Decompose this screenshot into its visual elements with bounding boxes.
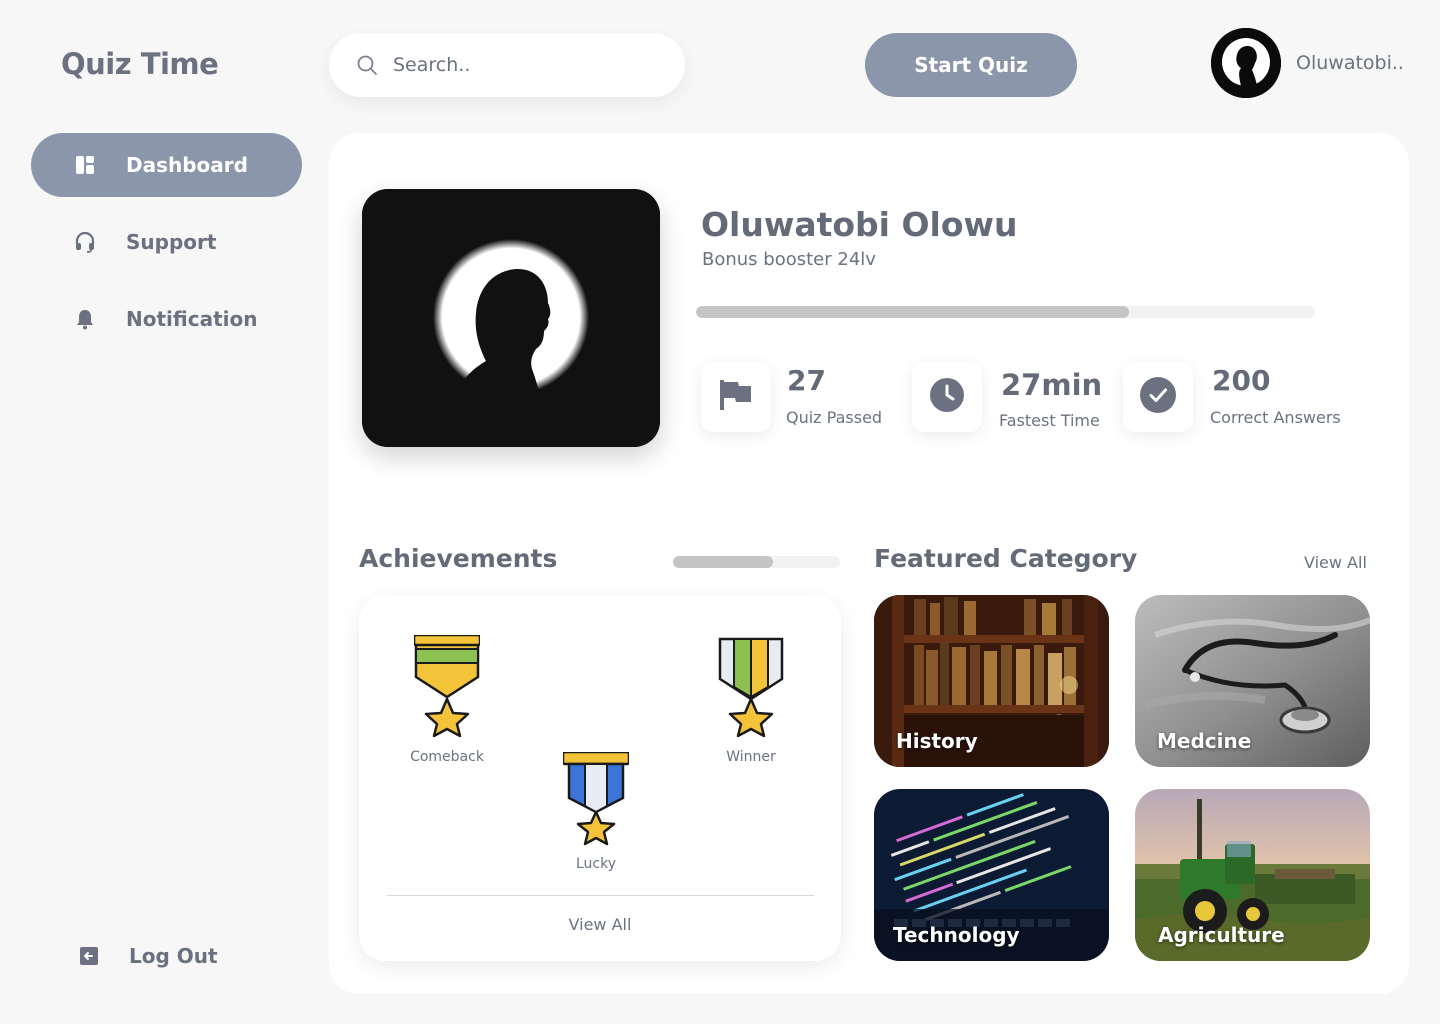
search-bar[interactable] bbox=[329, 33, 685, 97]
level-progress-fill bbox=[696, 306, 1130, 318]
stat-label: Correct Answers bbox=[1210, 408, 1341, 427]
user-menu[interactable]: Oluwatobi.. bbox=[1211, 28, 1404, 98]
stat-label: Quiz Passed bbox=[786, 408, 883, 427]
stat-icon-container bbox=[701, 362, 771, 432]
sidebar-item-support[interactable]: Support bbox=[31, 210, 302, 274]
sidebar-item-dashboard[interactable]: Dashboard bbox=[31, 133, 302, 197]
category-card-medicine[interactable]: Medcine bbox=[1135, 595, 1370, 767]
category-label: Technology bbox=[893, 923, 1020, 947]
achievements-scrollbar-thumb[interactable] bbox=[673, 556, 774, 568]
check-circle-icon bbox=[1140, 377, 1176, 417]
badge-comeback[interactable]: Comeback bbox=[407, 635, 487, 765]
search-input[interactable] bbox=[393, 49, 653, 81]
search-icon bbox=[355, 53, 379, 77]
user-name: Oluwatobi.. bbox=[1296, 52, 1404, 74]
badge-label: Lucky bbox=[575, 856, 617, 872]
profile-subtitle: Bonus booster 24lv bbox=[702, 249, 876, 270]
badge-winner[interactable]: Winner bbox=[711, 635, 791, 765]
medal-icon bbox=[563, 752, 629, 846]
profile-name: Oluwatobi Olowu bbox=[701, 205, 1018, 244]
bell-icon bbox=[73, 307, 97, 331]
start-quiz-button[interactable]: Start Quiz bbox=[865, 33, 1077, 97]
achievements-title: Achievements bbox=[359, 544, 558, 573]
sidebar-item-label: Dashboard bbox=[126, 153, 248, 177]
dashboard-panel: Oluwatobi Olowu Bonus booster 24lv 27 Qu… bbox=[329, 133, 1409, 994]
divider bbox=[387, 895, 814, 896]
stat-value: 27min bbox=[1001, 368, 1103, 402]
featured-view-all-link[interactable]: View All bbox=[1304, 553, 1367, 572]
badge-lucky[interactable]: Lucky bbox=[551, 752, 641, 872]
logout-label: Log Out bbox=[129, 944, 218, 968]
logout-button[interactable]: Log Out bbox=[31, 924, 302, 988]
category-label: Medcine bbox=[1157, 729, 1252, 753]
flag-icon bbox=[720, 380, 752, 414]
stat-value: 27 bbox=[787, 364, 826, 397]
achievements-view-all-link[interactable]: View All bbox=[359, 915, 841, 934]
stat-label: Fastest Time bbox=[999, 411, 1100, 430]
app-title: Quiz Time bbox=[61, 47, 219, 81]
badge-label: Winner bbox=[726, 749, 776, 765]
clock-icon bbox=[930, 378, 964, 416]
medal-icon bbox=[718, 635, 784, 737]
headset-icon bbox=[73, 230, 97, 254]
dashboard-icon bbox=[73, 153, 97, 177]
badge-label: Comeback bbox=[410, 749, 484, 765]
sidebar-item-label: Notification bbox=[126, 307, 258, 331]
achievements-scrollbar[interactable] bbox=[673, 556, 840, 568]
category-label: Agriculture bbox=[1158, 923, 1285, 947]
profile-photo bbox=[362, 189, 660, 447]
achievements-card: Comeback Winner Lucky View All bbox=[359, 595, 841, 961]
stat-value: 200 bbox=[1212, 364, 1271, 397]
level-progress-bar bbox=[696, 306, 1315, 318]
medal-icon bbox=[414, 635, 480, 737]
stat-icon-container bbox=[1123, 362, 1193, 432]
category-card-agriculture[interactable]: Agriculture bbox=[1135, 789, 1370, 961]
sidebar-item-notification[interactable]: Notification bbox=[31, 287, 302, 351]
logout-icon bbox=[77, 944, 101, 968]
stat-icon-container bbox=[912, 362, 982, 432]
avatar[interactable] bbox=[1211, 28, 1281, 98]
category-card-history[interactable]: History bbox=[874, 595, 1109, 767]
featured-category-title: Featured Category bbox=[874, 544, 1138, 573]
category-card-technology[interactable]: Technology bbox=[874, 789, 1109, 961]
category-label: History bbox=[896, 729, 978, 753]
sidebar-item-label: Support bbox=[126, 230, 217, 254]
